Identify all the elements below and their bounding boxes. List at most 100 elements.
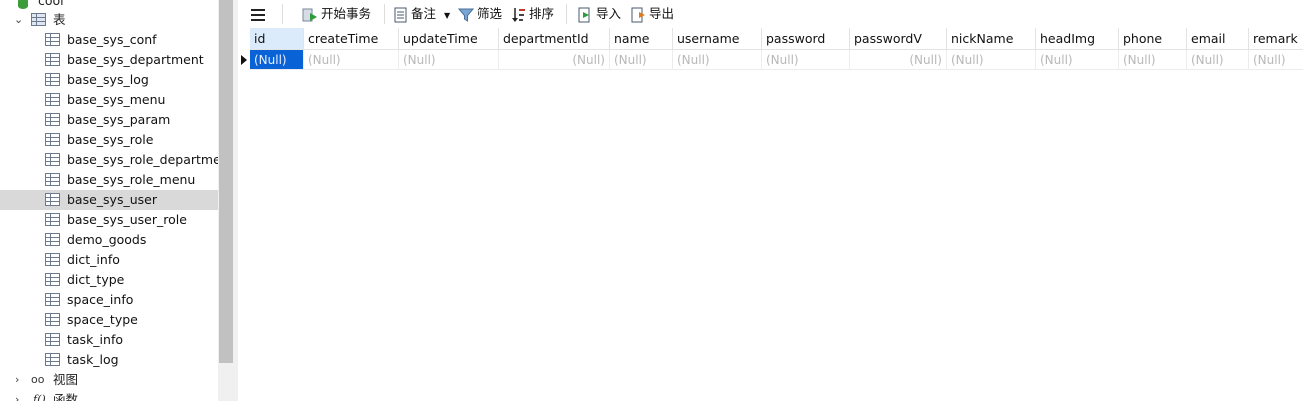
grid-cell[interactable]: (Null) <box>1187 50 1249 70</box>
table-item[interactable]: task_info <box>0 330 218 350</box>
table-item-label: base_sys_role <box>67 132 154 147</box>
table-icon <box>45 193 60 206</box>
toolbar-separator <box>282 4 283 24</box>
grid-cell[interactable]: (Null) <box>610 50 673 70</box>
memo-icon <box>394 7 407 22</box>
table-item-label: dict_type <box>67 272 125 287</box>
table-item[interactable]: space_type <box>0 310 218 330</box>
grid-toolbar: 开始事务 备注 ▼ 筛选 排序 导入 导出 <box>238 0 1303 28</box>
table-item[interactable]: base_sys_user <box>0 190 218 210</box>
table-item[interactable]: base_sys_log <box>0 70 218 90</box>
grid-cell[interactable]: (Null) <box>250 50 304 70</box>
column-header[interactable]: username <box>673 28 762 50</box>
table-item-label: task_info <box>67 332 124 347</box>
grid-cell[interactable]: (Null) <box>1036 50 1119 70</box>
sort-button[interactable]: 排序 <box>512 4 554 24</box>
grid-cell[interactable]: (Null) <box>673 50 762 70</box>
table-item-label: space_type <box>67 312 138 327</box>
transaction-icon <box>302 8 317 21</box>
views-group-label: 视图 <box>53 372 79 387</box>
grid-cell[interactable]: (Null) <box>762 50 850 70</box>
tables-group-node[interactable]: ⌄ 表 <box>0 10 218 30</box>
column-header[interactable]: password <box>762 28 850 50</box>
export-button[interactable]: 导出 <box>630 4 674 24</box>
menu-button[interactable] <box>251 4 268 24</box>
table-icon <box>45 153 60 166</box>
table-item-label: space_info <box>67 292 134 307</box>
sort-label: 排序 <box>529 6 555 21</box>
grid-cell[interactable]: (Null) <box>1249 50 1303 70</box>
table-item[interactable]: dict_info <box>0 250 218 270</box>
memo-button[interactable]: 备注 ▼ <box>394 4 450 24</box>
grid-cell[interactable]: (Null) <box>304 50 399 70</box>
table-item-label: base_sys_param <box>67 112 171 127</box>
table-item[interactable]: space_info <box>0 290 218 310</box>
memo-label: 备注 <box>411 6 437 21</box>
table-item-label: base_sys_user_role <box>67 212 187 227</box>
chevron-down-icon[interactable]: ⌄ <box>14 10 23 30</box>
column-header[interactable]: createTime <box>304 28 399 50</box>
grid-cell[interactable]: (Null) <box>947 50 1036 70</box>
table-item-label: base_sys_role_department <box>67 152 218 167</box>
column-header[interactable]: remark <box>1249 28 1303 50</box>
column-header[interactable]: departmentId <box>499 28 610 50</box>
column-header[interactable]: email <box>1187 28 1249 50</box>
table-item[interactable]: base_sys_role_menu <box>0 170 218 190</box>
table-item-label: task_log <box>67 352 119 367</box>
dropdown-arrow-icon[interactable]: ▼ <box>444 11 450 20</box>
column-header[interactable]: id <box>250 28 304 50</box>
table-item[interactable]: base_sys_department <box>0 50 218 70</box>
begin-transaction-button[interactable]: 开始事务 <box>302 4 371 24</box>
table-icon <box>45 173 60 186</box>
function-icon: f() <box>33 393 46 401</box>
column-header[interactable]: updateTime <box>399 28 499 50</box>
table-icon <box>45 293 60 306</box>
import-label: 导入 <box>596 6 622 21</box>
sort-icon <box>512 7 525 22</box>
table-item[interactable]: demo_goods <box>0 230 218 250</box>
view-icon: oo <box>31 373 45 386</box>
table-item[interactable]: base_sys_role <box>0 130 218 150</box>
table-item-label: base_sys_department <box>67 52 204 67</box>
table-item[interactable]: dict_type <box>0 270 218 290</box>
column-header[interactable]: phone <box>1119 28 1187 50</box>
import-button[interactable]: 导入 <box>577 4 621 24</box>
grid-cell[interactable]: (Null) <box>850 50 947 70</box>
grid-cell[interactable]: (Null) <box>1119 50 1187 70</box>
table-item-label: base_sys_user <box>67 192 157 207</box>
table-icon <box>45 273 60 286</box>
table-item[interactable]: base_sys_role_department <box>0 150 218 170</box>
table-item[interactable]: base_sys_menu <box>0 90 218 110</box>
grid-cell[interactable]: (Null) <box>499 50 610 70</box>
column-header[interactable]: passwordV <box>850 28 947 50</box>
table-icon <box>45 133 60 146</box>
table-icon <box>45 233 60 246</box>
table-item[interactable]: base_sys_user_role <box>0 210 218 230</box>
filter-button[interactable]: 筛选 <box>458 4 502 24</box>
functions-group-node[interactable]: › f() 函数 <box>0 390 218 401</box>
table-item-label: base_sys_role_menu <box>67 172 196 187</box>
export-label: 导出 <box>649 6 675 21</box>
data-grid[interactable]: id (Null) createTime (Null) updateTime (Null)… <box>238 28 1303 401</box>
table-item-label: dict_info <box>67 252 120 267</box>
column-header[interactable]: name <box>610 28 673 50</box>
table-item[interactable]: task_log <box>0 350 218 370</box>
column-header[interactable]: headImg <box>1036 28 1119 50</box>
toolbar-separator <box>566 4 567 24</box>
grid-cell[interactable]: (Null) <box>399 50 499 70</box>
table-group-icon <box>31 13 46 26</box>
table-icon <box>45 253 60 266</box>
sidebar-scrollbar-thumb[interactable] <box>219 0 233 363</box>
table-icon <box>45 53 60 66</box>
current-row-indicator-icon <box>238 50 250 70</box>
table-item-label: demo_goods <box>67 232 147 247</box>
table-item[interactable]: base_sys_param <box>0 110 218 130</box>
chevron-right-icon[interactable]: › <box>15 390 19 401</box>
table-item-label: base_sys_conf <box>67 32 157 47</box>
views-group-node[interactable]: › oo 视图 <box>0 370 218 390</box>
column-header[interactable]: nickName <box>947 28 1036 50</box>
table-item-label: base_sys_log <box>67 72 149 87</box>
chevron-right-icon[interactable]: › <box>15 370 19 390</box>
tables-group-label: 表 <box>53 12 66 27</box>
table-item[interactable]: base_sys_conf <box>0 30 218 50</box>
